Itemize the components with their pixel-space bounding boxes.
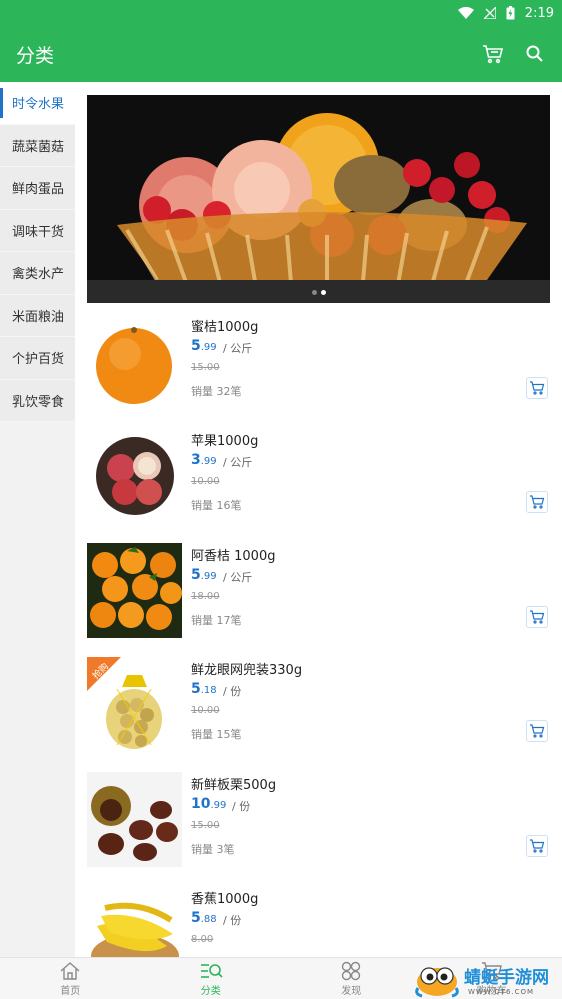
product-item[interactable]: 阿香桔 1000g 5.99 / 公斤 18.00 销量 17笔	[87, 534, 557, 648]
cart-icon	[530, 495, 545, 509]
product-list: 蜜桔1000g 5.99 / 公斤 15.00 销量 32笔 苹果1000g 3…	[87, 305, 557, 991]
product-name: 蜜桔1000g	[191, 320, 259, 335]
tab-discover[interactable]: 发现	[281, 958, 422, 999]
tab-label: 发现	[341, 985, 362, 997]
product-unit: / 份	[232, 799, 251, 813]
category-item-seasoning[interactable]: 调味干货	[0, 209, 75, 252]
product-item[interactable]: 新鲜板栗500g 10.99 / 份 15.00 销量 3笔	[87, 763, 557, 877]
add-to-cart-button[interactable]	[526, 834, 548, 857]
app-bar: 分类	[0, 26, 562, 82]
dragonfly-logo-icon	[415, 966, 459, 997]
product-original-price: 18.00	[191, 590, 220, 602]
product-image	[87, 771, 182, 867]
app-root: 2:19 分类 时令水果 蔬菜菌菇 鲜肉蛋品 调味干货 禽类水产 米面粮油 个护…	[0, 0, 562, 999]
home-icon	[60, 961, 80, 980]
category-item-grain-oil[interactable]: 米面粮油	[0, 294, 75, 337]
battery-icon	[506, 6, 515, 20]
category-item-personal-care[interactable]: 个护百货	[0, 337, 75, 380]
product-name: 鲜龙眼网兜装330g	[191, 663, 303, 679]
product-image	[87, 428, 182, 524]
category-item-poultry-seafood[interactable]: 禽类水产	[0, 252, 75, 295]
product-name: 阿香桔 1000g	[191, 548, 276, 564]
category-item-vegetables[interactable]: 蔬菜菌菇	[0, 124, 75, 167]
category-item-seasonal-fruit[interactable]: 时令水果	[0, 82, 75, 125]
flash-sale-badge: 抢购	[87, 657, 121, 692]
watermark-url: WWW.QT6.COM	[468, 988, 535, 996]
category-label: 调味干货	[12, 224, 65, 240]
product-unit: / 公斤	[223, 456, 253, 470]
cart-icon	[530, 724, 545, 738]
category-label: 鲜肉蛋品	[12, 182, 65, 198]
cart-icon	[483, 45, 504, 64]
product-image	[87, 314, 182, 409]
category-item-meat-eggs[interactable]: 鲜肉蛋品	[0, 167, 75, 210]
category-label: 蔬菜菌菇	[12, 139, 65, 155]
product-image	[87, 542, 182, 638]
category-label: 米面粮油	[12, 309, 65, 325]
status-bar: 2:19	[0, 0, 562, 26]
product-sales: 销量 16笔	[191, 499, 242, 513]
add-to-cart-button[interactable]	[526, 720, 548, 743]
product-price: 10.99	[191, 795, 227, 812]
product-item[interactable]: 抢购 鲜龙眼网兜装330g 5.18 / 份 10.00 销量 15笔	[87, 648, 557, 762]
discover-icon	[342, 961, 361, 980]
banner-dot-active[interactable]	[320, 290, 326, 295]
product-sales: 销量 17笔	[191, 613, 242, 627]
product-unit: / 份	[223, 685, 242, 699]
product-sales: 销量 3笔	[191, 842, 235, 856]
add-to-cart-button[interactable]	[526, 377, 548, 399]
product-item[interactable]: 蜜桔1000g 5.99 / 公斤 15.00 销量 32笔	[87, 305, 557, 419]
watermark-text: 蜻蜓手游网	[464, 968, 549, 988]
product-price: 5.88	[191, 909, 217, 926]
product-original-price: 10.00	[191, 705, 220, 717]
product-image: 抢购	[87, 657, 182, 753]
category-sidebar: 时令水果 蔬菜菌菇 鲜肉蛋品 调味干货 禽类水产 米面粮油 个护百货 乳饮零食	[0, 82, 75, 957]
add-to-cart-button[interactable]	[526, 605, 548, 628]
sidebar-empty-area	[0, 422, 75, 877]
product-price: 5.99	[191, 566, 217, 583]
banner-dot[interactable]	[311, 290, 317, 295]
product-name: 新鲜板栗500g	[191, 777, 277, 793]
site-watermark: 蜻蜓手游网 WWW.QT6.COM	[414, 958, 562, 999]
product-original-price: 10.00	[191, 476, 220, 488]
category-label: 禽类水产	[12, 267, 65, 283]
product-original-price: 15.00	[191, 362, 220, 373]
cart-button[interactable]	[478, 39, 508, 69]
wifi-icon	[457, 7, 474, 19]
category-label: 时令水果	[12, 97, 65, 113]
product-price: 5.18	[191, 681, 217, 698]
signal-icon	[483, 7, 496, 19]
product-name: 苹果1000g	[191, 434, 259, 450]
product-original-price: 8.00	[191, 933, 214, 945]
page-title: 分类	[16, 44, 55, 67]
product-unit: / 公斤	[223, 342, 253, 355]
tab-category[interactable]: 分类	[141, 958, 282, 999]
product-unit: / 份	[223, 913, 242, 927]
product-price: 3.99	[191, 452, 217, 469]
search-button[interactable]	[520, 39, 550, 69]
tab-home[interactable]: 首页	[0, 958, 141, 999]
product-sales: 销量 15笔	[191, 728, 242, 742]
add-to-cart-button[interactable]	[526, 491, 548, 514]
cart-icon	[530, 838, 545, 853]
category-label: 乳饮零食	[12, 394, 65, 410]
product-sales: 销量 32笔	[191, 385, 242, 398]
product-name: 香蕉1000g	[191, 891, 259, 907]
cart-icon	[530, 610, 545, 624]
promo-banner[interactable]	[87, 95, 550, 303]
tab-label: 首页	[60, 985, 81, 997]
banner-pager	[87, 290, 550, 295]
category-item-dairy-snacks[interactable]: 乳饮零食	[0, 379, 75, 422]
product-original-price: 15.00	[191, 819, 220, 831]
product-unit: / 公斤	[223, 570, 253, 584]
category-label: 个护百货	[12, 352, 65, 368]
product-price: 5.99	[191, 338, 217, 354]
search-icon	[526, 45, 543, 62]
status-time: 2:19	[524, 5, 554, 21]
category-icon	[200, 963, 223, 978]
tab-label: 分类	[200, 985, 221, 997]
fruit-bowl-image	[87, 95, 550, 303]
cart-icon	[530, 381, 545, 395]
product-item[interactable]: 苹果1000g 3.99 / 公斤 10.00 销量 16笔	[87, 419, 557, 533]
